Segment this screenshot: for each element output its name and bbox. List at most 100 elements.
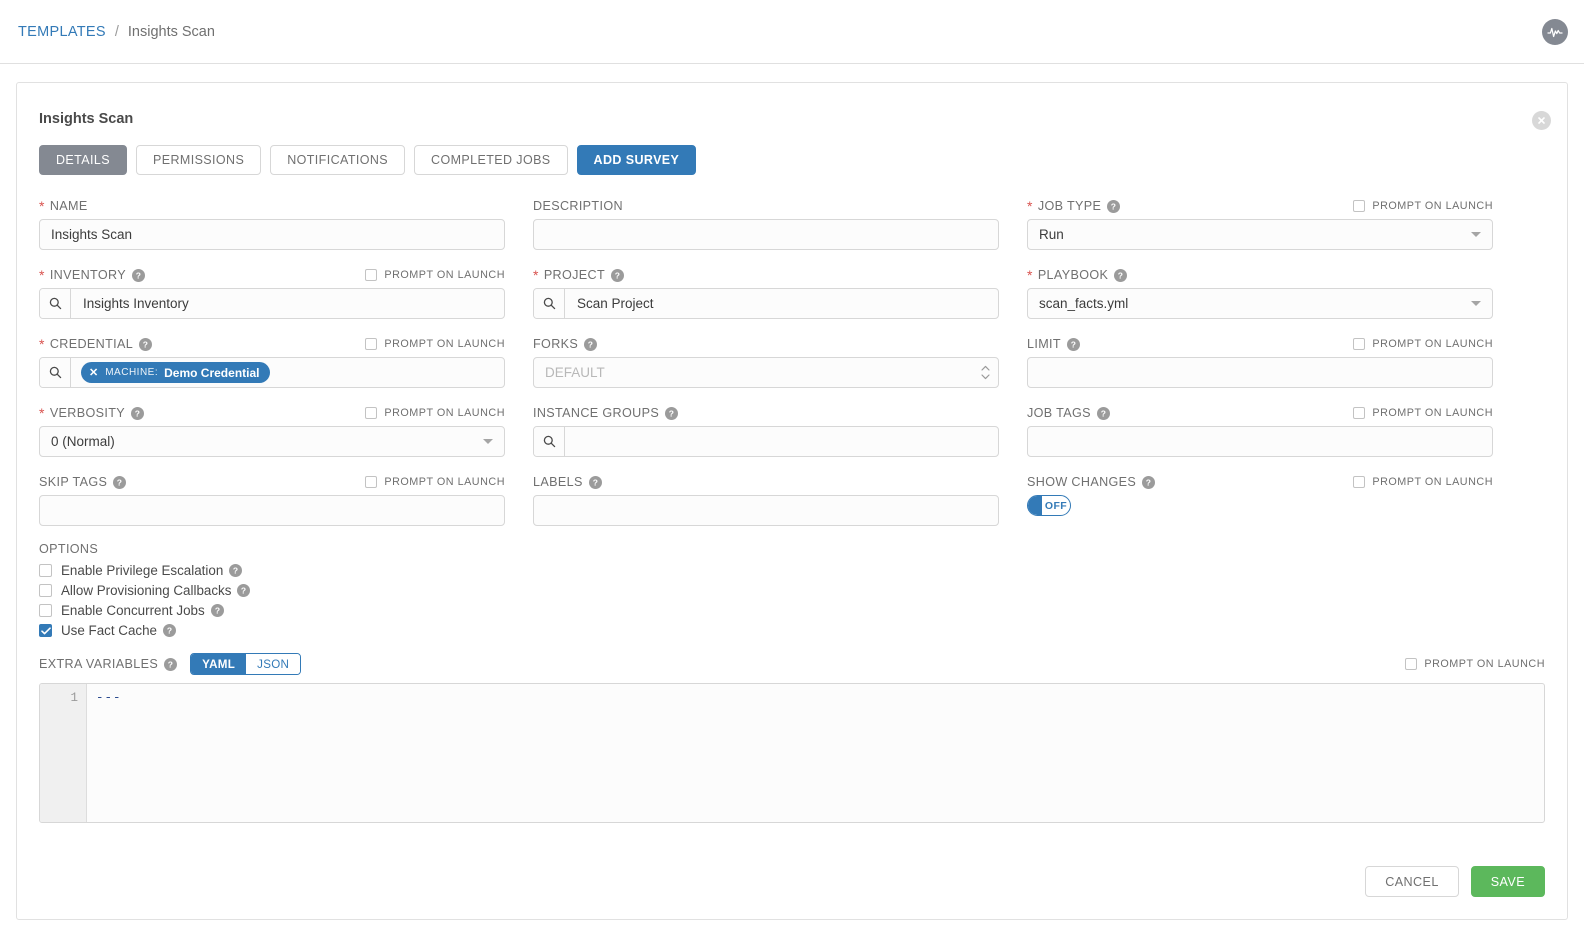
option-enable-concurrent-jobs[interactable]: Enable Concurrent Jobs ? [39,603,505,618]
tab-details[interactable]: DETAILS [39,145,127,175]
help-icon[interactable]: ? [163,624,177,637]
breadcrumb-current: Insights Scan [127,23,215,40]
help-icon[interactable]: ? [1096,406,1110,420]
chevron-down-icon [1471,301,1481,306]
inventory-prompt-on-launch-checkbox[interactable]: PROMPT ON LAUNCH [365,269,505,281]
job-type-select[interactable]: Run [1027,219,1493,250]
cancel-button[interactable]: CANCEL [1365,866,1459,897]
help-icon[interactable]: ? [1142,475,1156,489]
show-changes-prompt-on-launch-checkbox[interactable]: PROMPT ON LAUNCH [1353,476,1493,488]
help-icon[interactable]: ? [164,657,178,671]
limit-input[interactable] [1027,357,1493,388]
help-icon[interactable]: ? [1114,268,1128,282]
format-json-button[interactable]: JSON [246,654,301,674]
search-icon[interactable] [40,289,71,318]
project-input[interactable]: Scan Project [533,288,999,319]
help-icon[interactable]: ? [131,268,145,282]
skip-tags-prompt-on-launch-checkbox[interactable]: PROMPT ON LAUNCH [365,476,505,488]
save-button[interactable]: SAVE [1470,866,1545,897]
editor-content[interactable]: --- [87,684,1544,822]
help-icon[interactable]: ? [1066,337,1080,351]
add-survey-button[interactable]: ADD SURVEY [576,145,697,175]
help-icon[interactable]: ? [665,406,679,420]
svg-text:?: ? [135,408,141,418]
required-marker: * [39,336,45,352]
option-enable-privilege-escalation[interactable]: Enable Privilege Escalation ? [39,563,505,578]
format-yaml-button[interactable]: YAML [191,654,247,674]
remove-credential-icon[interactable]: ✕ [89,366,98,379]
svg-text:?: ? [233,566,238,576]
project-label: * PROJECT ? [533,268,625,282]
playbook-value: scan_facts.yml [1039,296,1129,311]
help-icon[interactable]: ? [139,337,153,351]
playbook-select[interactable]: scan_facts.yml [1027,288,1493,319]
job-type-label: * JOB TYPE ? [1027,199,1121,213]
help-icon[interactable]: ? [237,584,251,597]
credential-chip[interactable]: ✕ MACHINE: Demo Credential [81,362,271,383]
help-icon[interactable]: ? [1107,199,1121,213]
help-icon[interactable]: ? [588,475,602,489]
forks-input[interactable]: DEFAULT [533,357,999,388]
credential-prompt-on-launch-checkbox[interactable]: PROMPT ON LAUNCH [365,338,505,350]
help-icon[interactable]: ? [229,564,243,577]
field-limit: LIMIT ? PROMPT ON LAUNCH [1027,331,1493,388]
help-icon[interactable]: ? [584,337,598,351]
option-use-fact-cache[interactable]: Use Fact Cache ? [39,623,505,638]
verbosity-select[interactable]: 0 (Normal) [39,426,505,457]
help-icon[interactable]: ? [611,268,625,282]
job-tags-input[interactable] [1027,426,1493,457]
limit-label: LIMIT ? [1027,337,1080,351]
tab-completed-jobs[interactable]: COMPLETED JOBS [414,145,568,175]
forks-stepper[interactable] [981,357,990,388]
job-tags-prompt-on-launch-checkbox[interactable]: PROMPT ON LAUNCH [1353,407,1493,419]
extra-variables-prompt-on-launch-checkbox[interactable]: PROMPT ON LAUNCH [1405,658,1545,670]
help-icon[interactable]: ? [113,475,127,489]
verbosity-prompt-on-launch-checkbox[interactable]: PROMPT ON LAUNCH [365,407,505,419]
toggle-state-label: OFF [1044,499,1068,512]
extra-variables-editor[interactable]: 1 --- [39,683,1545,823]
limit-prompt-on-launch-checkbox[interactable]: PROMPT ON LAUNCH [1353,338,1493,350]
options-section: OPTIONS Enable Privilege Escalation ? Al… [39,542,505,643]
required-marker: * [39,267,45,283]
show-changes-toggle[interactable]: OFF [1027,495,1071,516]
name-input[interactable]: Insights Scan [39,219,505,250]
skip-tags-label: SKIP TAGS ? [39,475,127,489]
checkbox-box [1353,407,1366,419]
tab-permissions[interactable]: PERMISSIONS [135,145,262,175]
credential-chip-value: Demo Credential [164,365,260,380]
form-actions: CANCEL SAVE [1365,866,1545,897]
svg-text:?: ? [168,659,174,669]
labels-input[interactable] [533,495,999,526]
help-icon[interactable]: ? [131,406,145,420]
inventory-input[interactable]: Insights Inventory [39,288,505,319]
search-icon[interactable] [534,427,565,456]
help-icon[interactable]: ? [210,604,224,617]
close-icon[interactable] [1532,111,1551,130]
field-job-type: * JOB TYPE ? PROMPT ON LAUNCH Run [1027,193,1493,250]
search-icon[interactable] [534,289,565,318]
field-job-tags: JOB TAGS ? PROMPT ON LAUNCH [1027,400,1493,457]
tab-notifications[interactable]: NOTIFICATIONS [270,145,406,175]
svg-text:?: ? [588,339,594,349]
instance-groups-input[interactable] [533,426,999,457]
credential-chip-kind: MACHINE: [105,367,159,378]
breadcrumb-templates-link[interactable]: TEMPLATES [18,24,106,40]
search-icon[interactable] [40,358,71,387]
checkbox-box [39,564,52,577]
field-skip-tags: SKIP TAGS ? PROMPT ON LAUNCH [39,469,505,526]
field-inventory: * INVENTORY ? PROMPT ON LAUNCH Insights … [39,262,505,319]
field-credential: * CREDENTIAL ? PROMPT ON LAUNCH ✕ MACHIN… [39,331,505,388]
checkbox-box [365,338,378,350]
show-changes-label: SHOW CHANGES ? [1027,475,1156,489]
description-input[interactable] [533,219,999,250]
svg-text:?: ? [592,477,598,487]
skip-tags-input[interactable] [39,495,505,526]
job-type-prompt-on-launch-checkbox[interactable]: PROMPT ON LAUNCH [1353,200,1493,212]
credential-input[interactable]: ✕ MACHINE: Demo Credential [39,357,505,388]
svg-text:?: ? [1146,477,1152,487]
field-name: * NAME Insights Scan [39,193,505,250]
inventory-label: * INVENTORY ? [39,268,145,282]
options-title: OPTIONS [39,542,99,556]
activity-stream-icon[interactable] [1542,18,1568,45]
option-allow-provisioning-callbacks[interactable]: Allow Provisioning Callbacks ? [39,583,505,598]
